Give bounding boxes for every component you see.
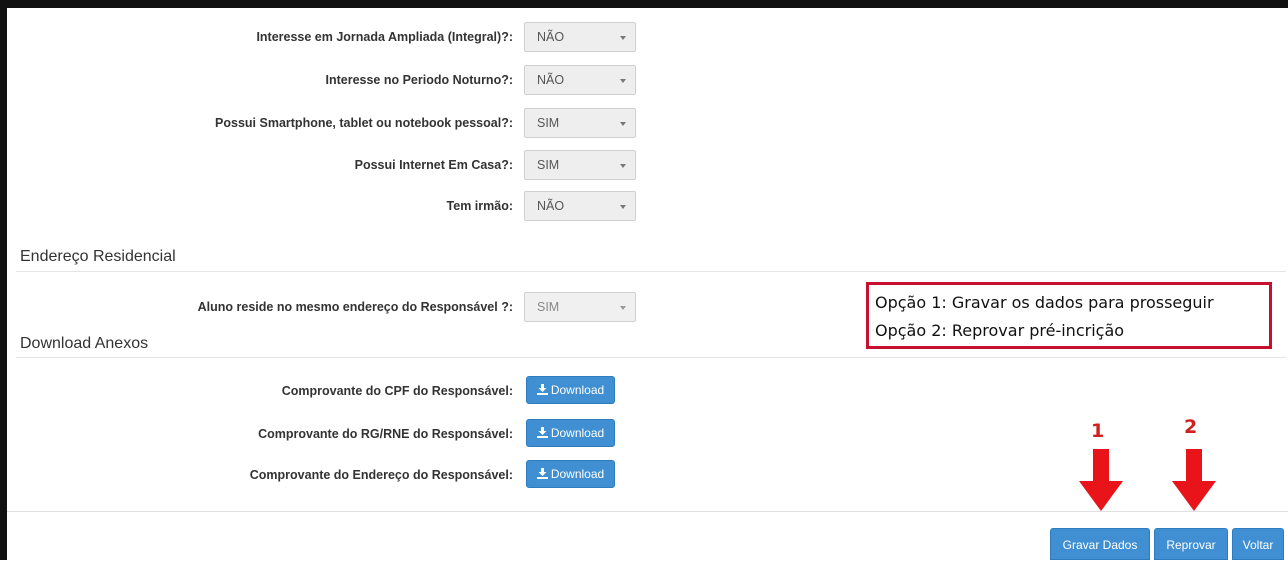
select-value: SIM <box>537 116 560 130</box>
smartphone-select[interactable]: SIM <box>524 108 636 138</box>
chevron-down-icon <box>620 79 626 83</box>
jornada-ampliada-select[interactable]: NÃO <box>524 22 636 52</box>
window-frame-top <box>0 0 1288 8</box>
select-value: SIM <box>537 158 560 172</box>
select-value: NÃO <box>537 199 565 213</box>
form-row-jornada-ampliada: Interesse em Jornada Ampliada (Integral)… <box>0 20 1288 54</box>
periodo-noturno-select[interactable]: NÃO <box>524 65 636 95</box>
internet-select[interactable]: SIM <box>524 150 636 180</box>
download-endereco-button[interactable]: Download <box>526 460 615 488</box>
field-label: Aluno reside no mesmo endereço do Respon… <box>197 300 513 314</box>
field-label: Comprovante do Endereço do Responsável: <box>249 468 513 482</box>
section-divider <box>16 271 1286 272</box>
section-title-anexos: Download Anexos <box>20 335 149 352</box>
chevron-down-icon <box>620 36 626 40</box>
mesmo-endereco-select[interactable]: SIM <box>524 292 636 322</box>
form-row-internet: Possui Internet Em Casa?: SIM <box>0 148 1288 182</box>
section-divider <box>16 357 1286 358</box>
voltar-button[interactable]: Voltar <box>1232 528 1284 560</box>
chevron-down-icon <box>620 306 626 310</box>
marker-number-2: 2 <box>1184 416 1198 438</box>
form-row-irmao: Tem irmão: NÃO <box>0 189 1288 223</box>
section-title-endereco: Endereço Residencial <box>20 248 176 265</box>
form-row-smartphone: Possui Smartphone, tablet ou notebook pe… <box>0 106 1288 140</box>
field-label: Interesse no Periodo Noturno?: <box>325 73 513 87</box>
chevron-down-icon <box>620 205 626 209</box>
field-label: Comprovante do CPF do Responsável: <box>281 384 513 398</box>
chevron-down-icon <box>620 164 626 168</box>
chevron-down-icon <box>620 122 626 126</box>
down-arrow-icon <box>1172 449 1216 511</box>
select-value: NÃO <box>537 30 565 44</box>
download-cpf-button[interactable]: Download <box>526 376 615 404</box>
annotation-line-2: Opção 2: Reprovar pré-incrição <box>875 321 1125 340</box>
download-rg-button[interactable]: Download <box>526 419 615 447</box>
field-label: Comprovante do RG/RNE do Responsável: <box>258 427 513 441</box>
down-arrow-icon <box>1079 449 1123 511</box>
download-icon <box>536 427 548 438</box>
field-label: Possui Internet Em Casa?: <box>354 158 513 172</box>
annotation-callout: Opção 1: Gravar os dados para prosseguir… <box>866 282 1272 349</box>
select-value: SIM <box>537 300 560 314</box>
form-row-periodo-noturno: Interesse no Periodo Noturno?: NÃO <box>0 63 1288 97</box>
anexo-row-cpf: Comprovante do CPF do Responsável: Downl… <box>0 374 1288 408</box>
footer-divider <box>7 511 1288 512</box>
marker-number-1: 1 <box>1091 420 1105 442</box>
select-value: NÃO <box>537 73 565 87</box>
download-icon <box>536 468 548 479</box>
button-label: Download <box>550 426 605 440</box>
button-label: Download <box>550 383 605 397</box>
field-label: Interesse em Jornada Ampliada (Integral)… <box>256 30 513 44</box>
button-label: Download <box>550 467 605 481</box>
field-label: Tem irmão: <box>446 199 513 213</box>
download-icon <box>536 384 548 395</box>
annotation-line-1: Opção 1: Gravar os dados para prosseguir <box>875 293 1214 312</box>
irmao-select[interactable]: NÃO <box>524 191 636 221</box>
reprovar-button[interactable]: Reprovar <box>1154 528 1228 560</box>
gravar-dados-button[interactable]: Gravar Dados <box>1050 528 1150 560</box>
field-label: Possui Smartphone, tablet ou notebook pe… <box>215 116 513 130</box>
